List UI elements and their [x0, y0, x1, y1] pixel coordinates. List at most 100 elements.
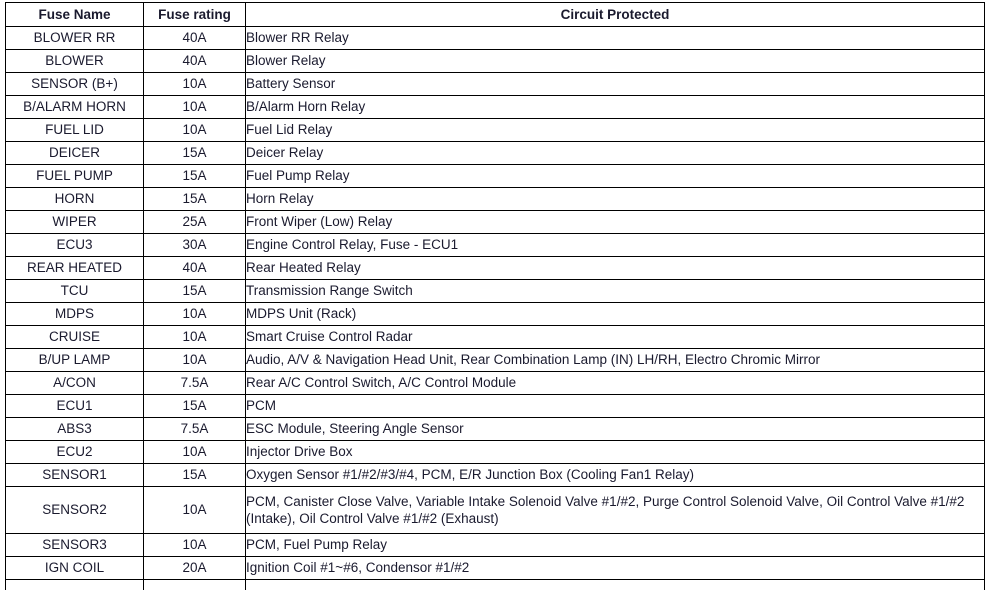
cell-fuse-rating: 10A: [144, 534, 246, 557]
cell-fuse-rating: 40A: [144, 257, 246, 280]
cell-fuse-name: IGN COIL: [6, 557, 144, 580]
circuit-protected-text: B/Alarm Horn Relay: [246, 98, 984, 115]
cell-circuit-protected: MDPS Unit (Rack): [246, 303, 985, 326]
cell-fuse-name: [6, 580, 144, 590]
cell-fuse-rating: 7.5A: [144, 372, 246, 395]
cell-fuse-rating: 15A: [144, 395, 246, 418]
table-row: B/ALARM HORN10AB/Alarm Horn Relay: [6, 96, 985, 119]
cell-circuit-protected: Smart Cruise Control Radar: [246, 326, 985, 349]
cell-fuse-name: DEICER: [6, 142, 144, 165]
circuit-protected-text: Ignition Coil #1~#6, Condensor #1/#2: [246, 559, 984, 576]
cell-fuse-name: TCU: [6, 280, 144, 303]
table-row-partial: [6, 580, 985, 590]
table-row: MDPS10AMDPS Unit (Rack): [6, 303, 985, 326]
table-row: DEICER15ADeicer Relay: [6, 142, 985, 165]
circuit-protected-text: Fuel Lid Relay: [246, 121, 984, 138]
circuit-protected-text: Battery Sensor: [246, 75, 984, 92]
table-row: B/UP LAMP10AAudio, A/V & Navigation Head…: [6, 349, 985, 372]
cell-fuse-name: B/UP LAMP: [6, 349, 144, 372]
circuit-protected-text: Rear Heated Relay: [246, 259, 984, 276]
circuit-protected-text: ESC Module, Steering Angle Sensor: [246, 420, 984, 437]
circuit-protected-text: Transmission Range Switch: [246, 282, 984, 299]
circuit-protected-text: Horn Relay: [246, 190, 984, 207]
cell-circuit-protected: Battery Sensor: [246, 73, 985, 96]
cell-fuse-rating: 15A: [144, 464, 246, 487]
cell-circuit-protected: Oxygen Sensor #1/#2/#3/#4, PCM, E/R Junc…: [246, 464, 985, 487]
fuse-table-container: Fuse Name Fuse rating Circuit Protected …: [5, 2, 984, 590]
cell-circuit-protected: ESC Module, Steering Angle Sensor: [246, 418, 985, 441]
circuit-protected-text: Blower RR Relay: [246, 29, 984, 46]
cell-fuse-rating: 10A: [144, 441, 246, 464]
cell-fuse-rating: 7.5A: [144, 418, 246, 441]
table-body: BLOWER RR40ABlower RR RelayBLOWER40ABlow…: [6, 27, 985, 590]
cell-circuit-protected: Front Wiper (Low) Relay: [246, 211, 985, 234]
cell-circuit-protected: Blower Relay: [246, 50, 985, 73]
circuit-protected-text: Injector Drive Box: [246, 443, 984, 460]
cell-fuse-rating: 10A: [144, 487, 246, 534]
cell-fuse-name: A/CON: [6, 372, 144, 395]
cell-fuse-rating: 30A: [144, 234, 246, 257]
cell-fuse-name: HORN: [6, 188, 144, 211]
cell-circuit-protected: PCM: [246, 395, 985, 418]
cell-fuse-rating: 15A: [144, 280, 246, 303]
column-header-fuse-name: Fuse Name: [6, 3, 144, 27]
cell-fuse-name: ECU2: [6, 441, 144, 464]
cell-fuse-name: CRUISE: [6, 326, 144, 349]
cell-fuse-rating: 10A: [144, 349, 246, 372]
cell-circuit-protected: Rear A/C Control Switch, A/C Control Mod…: [246, 372, 985, 395]
circuit-protected-text: Deicer Relay: [246, 144, 984, 161]
cell-circuit-protected: Audio, A/V & Navigation Head Unit, Rear …: [246, 349, 985, 372]
cell-fuse-rating: 10A: [144, 96, 246, 119]
table-row: ABS37.5AESC Module, Steering Angle Senso…: [6, 418, 985, 441]
cell-fuse-rating: 20A: [144, 557, 246, 580]
circuit-protected-text: Smart Cruise Control Radar: [246, 328, 984, 345]
cell-fuse-rating: 10A: [144, 303, 246, 326]
cell-fuse-rating: 15A: [144, 165, 246, 188]
table-row: REAR HEATED40ARear Heated Relay: [6, 257, 985, 280]
cell-fuse-name: MDPS: [6, 303, 144, 326]
cell-fuse-name: ECU1: [6, 395, 144, 418]
table-row: CRUISE10ASmart Cruise Control Radar: [6, 326, 985, 349]
table-row: ECU330AEngine Control Relay, Fuse - ECU1: [6, 234, 985, 257]
cell-fuse-name: SENSOR1: [6, 464, 144, 487]
cell-fuse-rating: 10A: [144, 326, 246, 349]
cell-circuit-protected: Deicer Relay: [246, 142, 985, 165]
cell-fuse-rating: 10A: [144, 119, 246, 142]
circuit-protected-text: PCM: [246, 397, 984, 414]
cell-fuse-name: ECU3: [6, 234, 144, 257]
fuse-table: Fuse Name Fuse rating Circuit Protected …: [5, 2, 985, 590]
cell-circuit-protected: Transmission Range Switch: [246, 280, 985, 303]
table-row: SENSOR210APCM, Canister Close Valve, Var…: [6, 487, 985, 534]
table-header-row: Fuse Name Fuse rating Circuit Protected: [6, 3, 985, 27]
cell-fuse-name: ABS3: [6, 418, 144, 441]
cell-fuse-name: SENSOR3: [6, 534, 144, 557]
table-row: A/CON7.5ARear A/C Control Switch, A/C Co…: [6, 372, 985, 395]
cell-circuit-protected: Fuel Lid Relay: [246, 119, 985, 142]
circuit-protected-text: Blower Relay: [246, 52, 984, 69]
cell-fuse-name: FUEL LID: [6, 119, 144, 142]
column-header-fuse-rating: Fuse rating: [144, 3, 246, 27]
circuit-protected-text: Audio, A/V & Navigation Head Unit, Rear …: [246, 351, 984, 368]
table-row: WIPER25AFront Wiper (Low) Relay: [6, 211, 985, 234]
cell-circuit-protected: [246, 580, 985, 590]
table-row: HORN15AHorn Relay: [6, 188, 985, 211]
cell-circuit-protected: PCM, Fuel Pump Relay: [246, 534, 985, 557]
circuit-protected-text: Engine Control Relay, Fuse - ECU1: [246, 236, 984, 253]
cell-fuse-name: SENSOR2: [6, 487, 144, 534]
table-row: SENSOR115AOxygen Sensor #1/#2/#3/#4, PCM…: [6, 464, 985, 487]
circuit-protected-text: Fuel Pump Relay: [246, 167, 984, 184]
table-row: SENSOR310APCM, Fuel Pump Relay: [6, 534, 985, 557]
cell-fuse-name: REAR HEATED: [6, 257, 144, 280]
table-row: TCU15ATransmission Range Switch: [6, 280, 985, 303]
cell-circuit-protected: B/Alarm Horn Relay: [246, 96, 985, 119]
table-row: FUEL LID10AFuel Lid Relay: [6, 119, 985, 142]
circuit-protected-text: PCM, Canister Close Valve, Variable Inta…: [246, 493, 984, 528]
cell-circuit-protected: Rear Heated Relay: [246, 257, 985, 280]
cell-circuit-protected: PCM, Canister Close Valve, Variable Inta…: [246, 487, 985, 534]
cell-fuse-rating: 25A: [144, 211, 246, 234]
cell-circuit-protected: Ignition Coil #1~#6, Condensor #1/#2: [246, 557, 985, 580]
table-row: BLOWER RR40ABlower RR Relay: [6, 27, 985, 50]
table-row: ECU210AInjector Drive Box: [6, 441, 985, 464]
cell-fuse-name: FUEL PUMP: [6, 165, 144, 188]
cell-fuse-rating: 10A: [144, 73, 246, 96]
